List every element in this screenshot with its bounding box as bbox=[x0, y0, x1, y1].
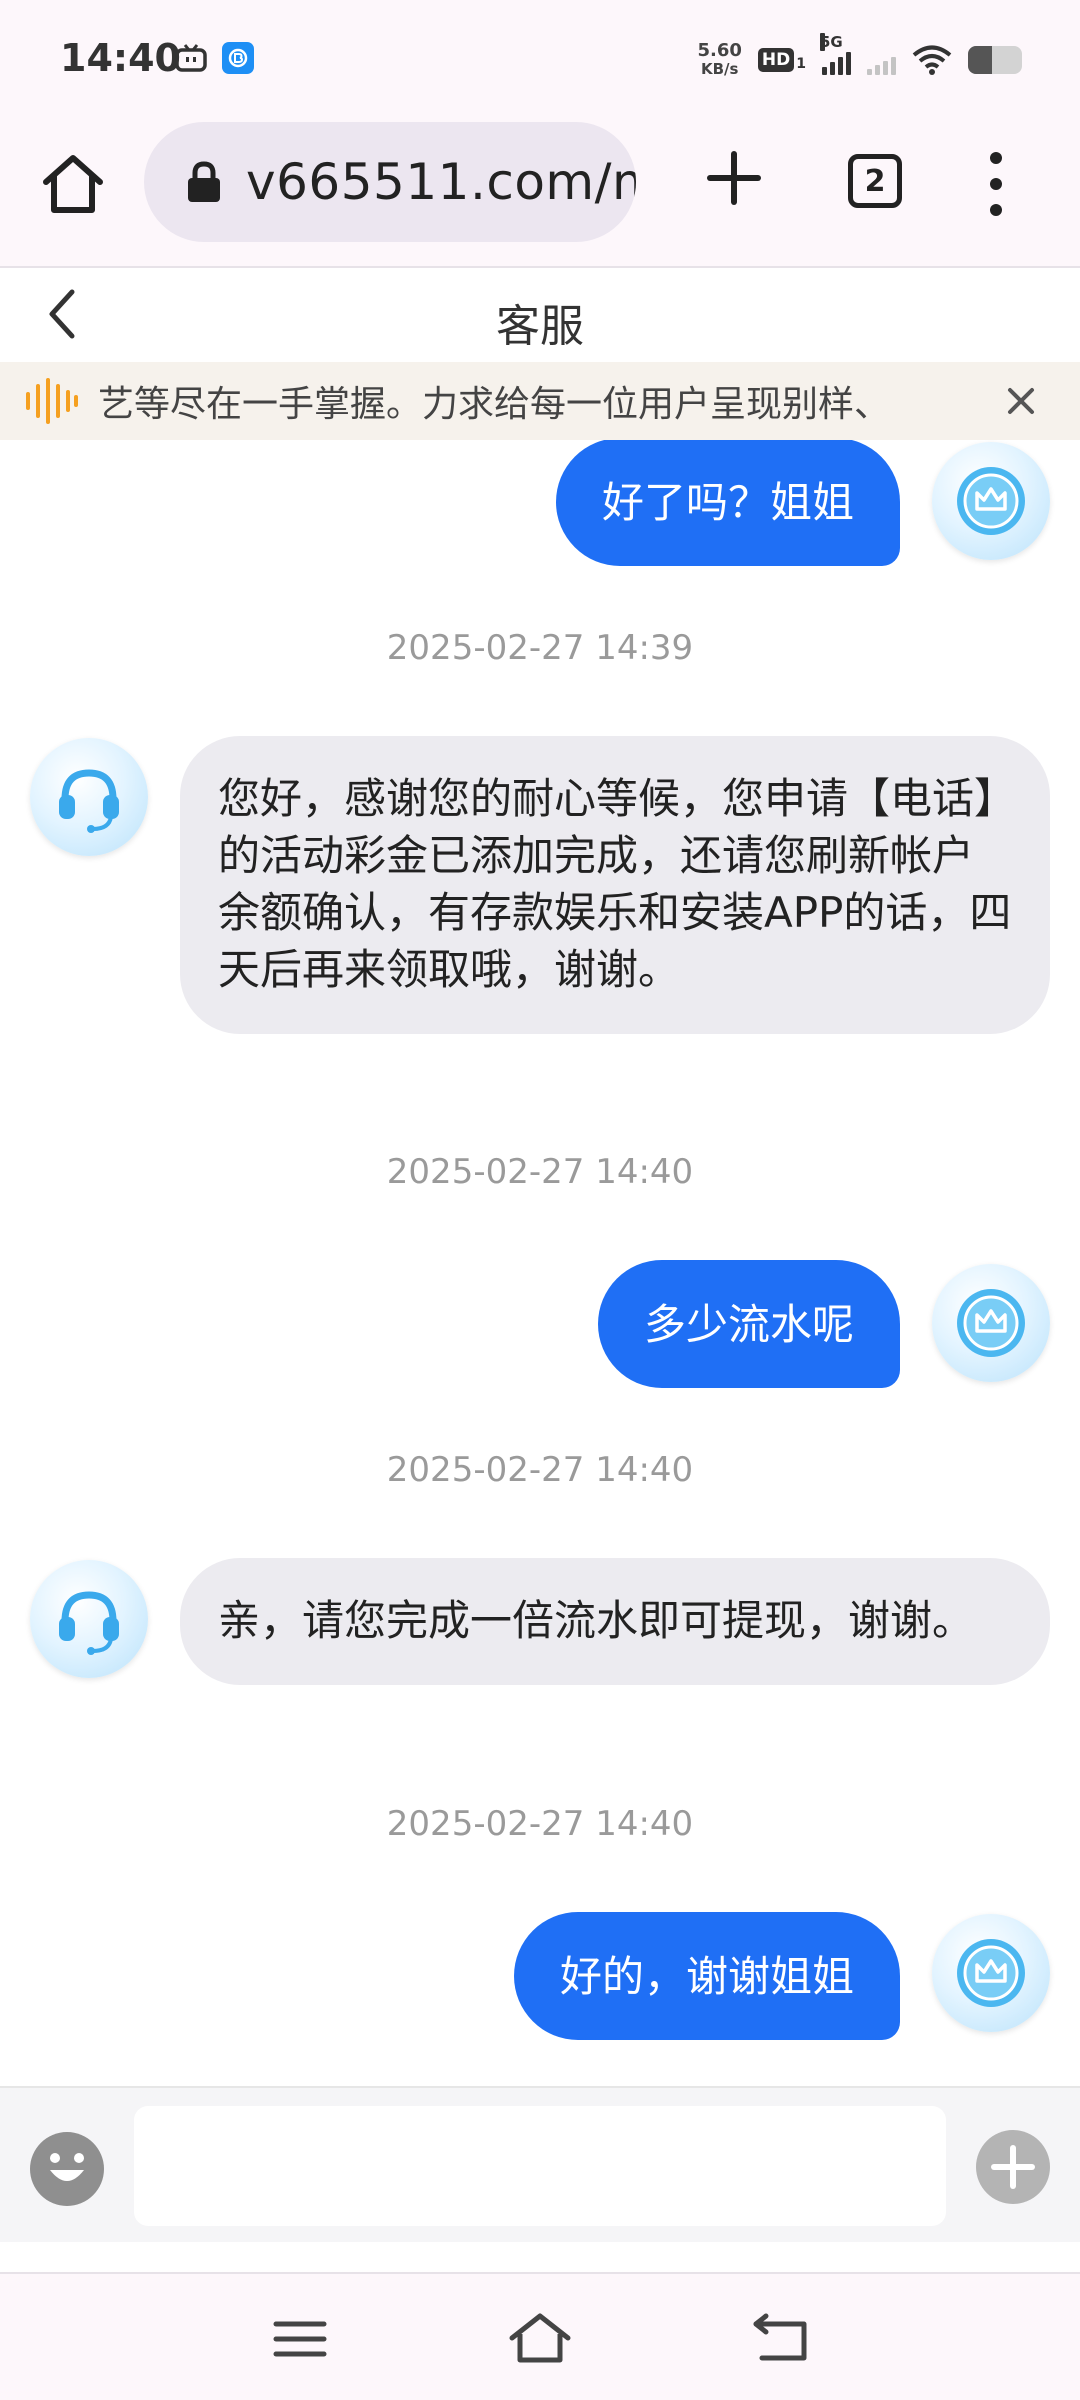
announcement-marquee: 艺等尽在一手掌握。力求给每一位用户呈现别样、 bbox=[0, 362, 1080, 440]
signal-5g-label: 5G bbox=[820, 33, 843, 51]
message-composer bbox=[0, 2086, 1080, 2242]
new-tab-plus-icon[interactable] bbox=[702, 146, 766, 210]
user-message-bubble[interactable]: 好的，谢谢姐姐 bbox=[513, 1912, 900, 2040]
network-speed-unit: KB/s bbox=[700, 60, 739, 78]
lock-icon bbox=[188, 161, 220, 202]
marquee-text: 艺等尽在一手掌握。力求给每一位用户呈现别样、 bbox=[98, 384, 891, 425]
message-timestamp: 2025-02-27 14:40 bbox=[386, 1152, 694, 1192]
headset-icon bbox=[59, 769, 119, 833]
message-input[interactable] bbox=[134, 2106, 946, 2226]
agent-avatar bbox=[30, 738, 148, 856]
nav-home-icon[interactable] bbox=[508, 2310, 572, 2366]
agent-message-bubble[interactable]: 亲，请您完成一倍流水即可提现，谢谢。 bbox=[180, 1558, 1050, 1685]
browser-toolbar: v665511.com/m 2 bbox=[0, 118, 1080, 266]
emoji-icon[interactable] bbox=[28, 2130, 106, 2208]
page-title: 客服 bbox=[496, 301, 584, 352]
user-message-bubble[interactable]: 多少流水呢 bbox=[597, 1260, 900, 1388]
signal-5g-icon: 5G bbox=[820, 33, 851, 75]
status-system-icons: 5.60 KB/s HD 1 5G bbox=[697, 33, 1022, 84]
tv-app-icon bbox=[175, 44, 207, 72]
headset-icon bbox=[59, 1591, 119, 1655]
status-notification-icons bbox=[174, 42, 254, 74]
sound-wave-icon bbox=[26, 378, 78, 424]
agent-avatar bbox=[30, 1560, 148, 1678]
status-bar: 14:40 5.60 KB/s HD 1 5G bbox=[0, 0, 1080, 118]
address-bar[interactable]: v665511.com/m bbox=[144, 122, 636, 242]
hd-sub-label: 1 bbox=[796, 56, 806, 72]
user-message-bubble[interactable]: 好了吗？姐姐 bbox=[555, 440, 900, 566]
agent-message-bubble[interactable]: 您好，感谢您的耐心等候，您申请【电话】的活动彩金已添加完成，还请您刷新帐户余额确… bbox=[180, 736, 1050, 1034]
message-text: 您好，感谢您的耐心等候，您申请【电话】的活动彩金已添加完成，还请您刷新帐户余额确… bbox=[218, 774, 1012, 994]
user-avatar[interactable] bbox=[932, 1914, 1050, 2032]
network-speed: 5.60 KB/s bbox=[697, 41, 741, 79]
nav-back-icon[interactable] bbox=[752, 2310, 812, 2366]
system-navigation-bar bbox=[0, 2272, 1080, 2400]
battery-level bbox=[968, 46, 993, 74]
message-text: 好了吗？姐姐 bbox=[601, 477, 854, 527]
page-header: 客服 bbox=[0, 266, 1080, 362]
crown-badge-icon bbox=[957, 467, 1025, 535]
wifi-icon bbox=[912, 45, 952, 75]
add-attachment-plus-icon[interactable] bbox=[974, 2128, 1052, 2206]
url-text: v665511.com/m bbox=[246, 153, 636, 211]
recent-apps-menu-icon[interactable] bbox=[270, 2314, 330, 2364]
blue-app-icon bbox=[222, 42, 254, 74]
user-avatar[interactable] bbox=[932, 1264, 1050, 1382]
close-icon[interactable] bbox=[1002, 382, 1040, 420]
crown-badge-icon bbox=[957, 1939, 1025, 2007]
hd-voice-icon: HD 1 bbox=[757, 48, 806, 72]
message-text: 多少流水呢 bbox=[643, 1299, 854, 1349]
hd-label: HD bbox=[757, 48, 795, 72]
more-options-icon[interactable] bbox=[976, 144, 1016, 224]
battery-icon bbox=[968, 46, 1022, 74]
message-text: 亲，请您完成一倍流水即可提现，谢谢。 bbox=[218, 1596, 975, 1645]
network-speed-value: 5.60 bbox=[697, 40, 742, 61]
tab-switcher-button[interactable]: 2 bbox=[848, 154, 902, 208]
signal-sim2-icon bbox=[867, 45, 896, 75]
chat-message-list[interactable]: 好了吗？姐姐 2025-02-27 14:39 您好，感谢您的耐心等候，您申请【… bbox=[0, 440, 1080, 2086]
user-avatar[interactable] bbox=[932, 442, 1050, 560]
home-icon[interactable] bbox=[38, 148, 108, 218]
crown-badge-icon bbox=[957, 1289, 1025, 1357]
message-text: 好的，谢谢姐姐 bbox=[559, 1951, 854, 2001]
message-timestamp: 2025-02-27 14:40 bbox=[386, 1804, 694, 1844]
status-time: 14:40 bbox=[60, 36, 181, 80]
message-timestamp: 2025-02-27 14:39 bbox=[386, 628, 694, 668]
tab-count: 2 bbox=[864, 163, 886, 199]
message-timestamp: 2025-02-27 14:40 bbox=[386, 1450, 694, 1490]
